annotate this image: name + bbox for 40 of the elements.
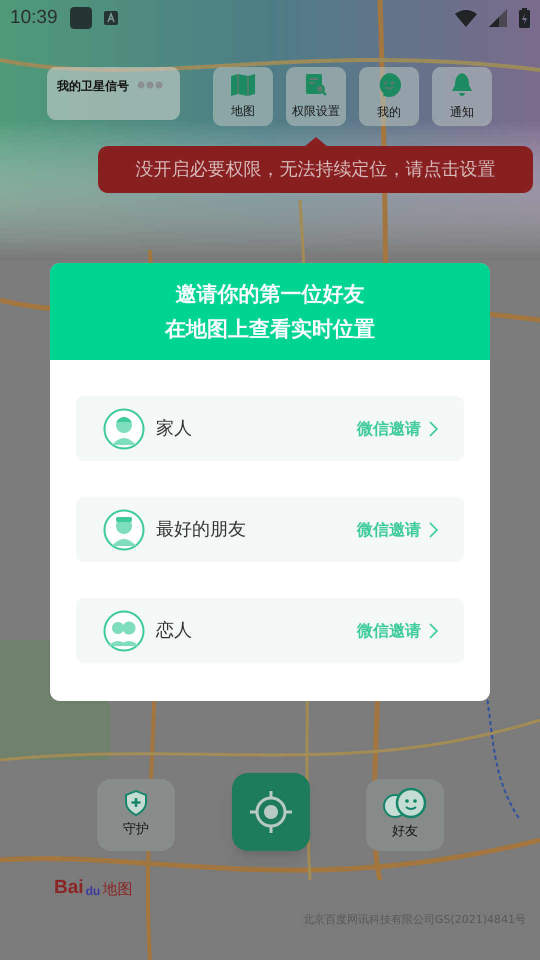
invite-row[interactable]: 家人 微信邀请	[76, 396, 464, 461]
nav-button[interactable]: 地图	[213, 67, 273, 126]
battery-icon	[519, 8, 530, 28]
contact-type-label: 家人	[156, 417, 192, 441]
bell-icon	[450, 72, 474, 98]
more-icon	[137, 81, 163, 89]
map-icon	[230, 73, 256, 97]
nav-button[interactable]: 我的	[359, 67, 419, 126]
chevron-right-icon	[429, 622, 438, 638]
tooltip-arrow-icon	[304, 137, 328, 147]
satellite-signal-card[interactable]: 我的卫星信号	[47, 67, 180, 120]
card-title: 我的卫星信号	[57, 78, 129, 95]
status-time: 10:39	[10, 6, 58, 30]
logo-paw-text: du	[84, 883, 102, 897]
shield-icon	[125, 790, 147, 816]
dialog-title: 邀请你的第一位好友	[176, 284, 364, 304]
contact-type-label: 恋人	[156, 619, 192, 643]
nav-button[interactable]: 通知	[432, 67, 492, 126]
logo-text: 地图	[102, 882, 132, 897]
guard-button[interactable]: 守护	[97, 779, 175, 851]
dialog-title: 在地图上查看实时位置	[165, 318, 375, 340]
avatar-icon	[103, 508, 145, 550]
logo-text: Bai	[54, 878, 84, 897]
keyboard-notification-icon	[104, 11, 118, 25]
nav-button[interactable]: 权限设置	[286, 67, 346, 126]
smiley-icon	[381, 788, 429, 820]
invite-row[interactable]: 最好的朋友 微信邀请	[76, 497, 464, 562]
contact-type-label: 最好的朋友	[156, 518, 246, 542]
avatar-icon	[103, 610, 145, 652]
chevron-right-icon	[429, 420, 438, 436]
document-search-icon	[304, 73, 328, 97]
locate-button[interactable]	[232, 773, 310, 851]
friends-button[interactable]: 好友	[366, 779, 444, 851]
invite-row[interactable]: 恋人 微信邀请	[76, 598, 464, 663]
chevron-right-icon	[429, 522, 438, 538]
app-notification-icon	[70, 7, 92, 29]
signal-icon	[489, 9, 507, 27]
wifi-icon	[455, 10, 477, 26]
crosshair-icon	[248, 789, 294, 835]
avatar-icon	[103, 408, 145, 450]
